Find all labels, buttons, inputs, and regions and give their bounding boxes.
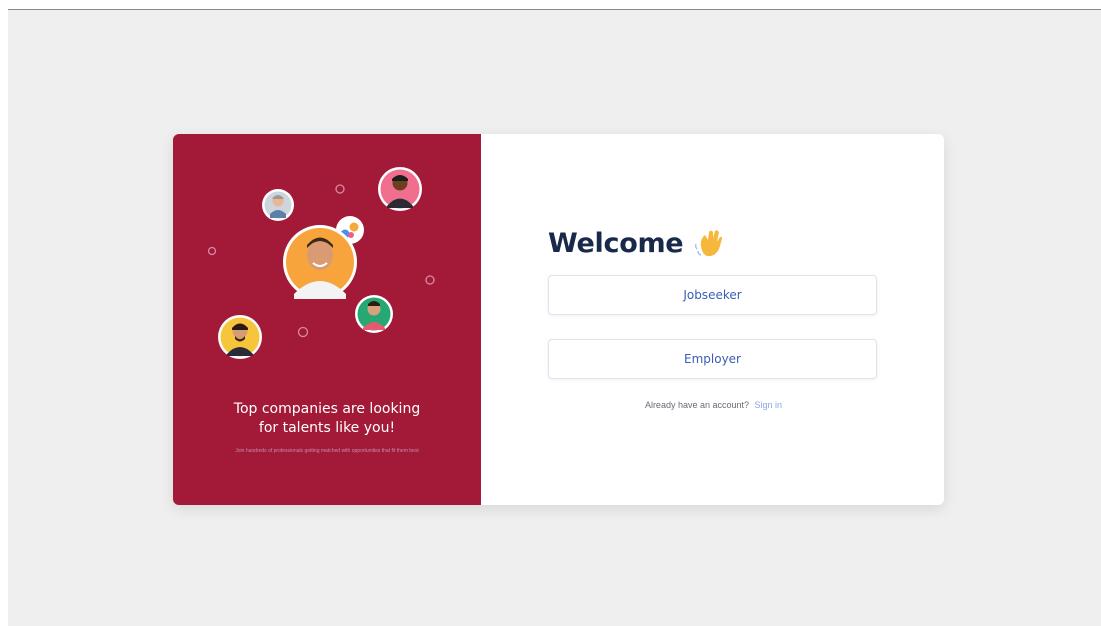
jobseeker-button[interactable]: Jobseeker [548,275,877,315]
signup-card: Top companies are looking for talents li… [173,134,944,505]
decor-ring-icon [207,246,217,256]
avatar-person-green [355,295,393,333]
promo-headline: Top companies are looking for talents li… [233,401,421,436]
avatar-person-grey [262,189,294,221]
decor-ring-icon [425,275,435,285]
promo-subtext: Join hundreds of professionals getting m… [235,448,419,454]
page-viewport: Top companies are looking for talents li… [8,10,1101,626]
signin-link[interactable]: Sign in [755,400,783,410]
decor-ring-icon [335,184,345,194]
avatar-person-pink [378,167,422,211]
avatar-person-main [283,225,357,299]
signin-prompt-row: Already have an account? Sign in [548,400,879,410]
employer-button[interactable]: Employer [548,339,877,379]
signin-prompt-text: Already have an account? [644,400,750,410]
promo-panel: Top companies are looking for talents li… [173,134,481,505]
auth-panel: Welcome Jobseeker Employer Already have … [481,134,944,505]
decor-ring-icon [297,326,309,338]
page-title: Welcome [548,227,684,259]
welcome-heading: Welcome [548,226,727,260]
avatar-person-yellow [218,315,262,359]
browser-frame: Top companies are looking for talents li… [0,0,1101,626]
waving-hand-icon [695,230,723,257]
